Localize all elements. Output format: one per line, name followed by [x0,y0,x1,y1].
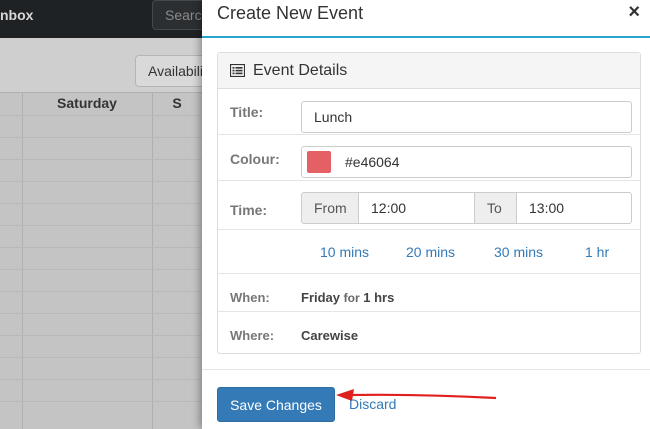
colour-row: Colour: #e46064 [218,135,640,181]
colour-label: Colour: [230,151,280,167]
when-for: for [343,291,360,305]
where-label: Where: [230,328,275,343]
time-row: Time: From 12:00 To 13:00 [218,181,640,230]
panel-heading-label: Event Details [253,61,348,79]
time-label: Time: [230,202,268,218]
to-addon: To [474,192,517,224]
where-value: Carewise [301,328,359,343]
when-label: When: [230,290,270,305]
colour-swatch[interactable] [307,151,331,173]
column-header-saturday: Saturday [57,95,117,111]
when-value: Friday for 1 hrs [301,290,394,305]
create-event-modal: Create New Event × Event Details Title: … [202,0,650,429]
panel-heading: Event Details [218,53,640,89]
modal-footer: Save Changes Discard [202,369,650,429]
when-duration: 1 hrs [363,290,395,305]
title-label: Title: [230,104,264,120]
event-details-panel: Event Details Title: Lunch Colour: #e460… [217,52,641,354]
duration-30-mins-link[interactable]: 30 mins [494,244,543,260]
title-input[interactable]: Lunch [301,101,632,133]
close-icon[interactable]: × [628,1,640,24]
colour-input[interactable]: #e46064 [301,146,632,178]
save-changes-button[interactable]: Save Changes [217,387,335,422]
column-header-sunday: S [172,95,182,111]
from-time-input[interactable]: 12:00 [358,192,475,224]
duration-1-hr-link[interactable]: 1 hr [585,244,609,260]
duration-10-mins-link[interactable]: 10 mins [320,244,369,260]
when-row: When: Friday for 1 hrs [218,274,640,312]
duration-20-mins-link[interactable]: 20 mins [406,244,455,260]
modal-title: Create New Event [217,3,364,23]
brand-text: nbox [0,7,34,23]
where-row: Where: Carewise [218,312,640,353]
duration-row: 10 mins 20 mins 30 mins 1 hr [218,230,640,274]
calendar-grid [0,92,210,429]
list-icon [230,64,245,77]
to-time-input[interactable]: 13:00 [516,192,632,224]
when-day: Friday [301,290,341,305]
title-row: Title: Lunch [218,90,640,135]
discard-link[interactable]: Discard [349,396,396,412]
from-addon: From [301,192,359,224]
modal-header: Create New Event × [202,0,650,38]
colour-value: #e46064 [345,154,400,170]
